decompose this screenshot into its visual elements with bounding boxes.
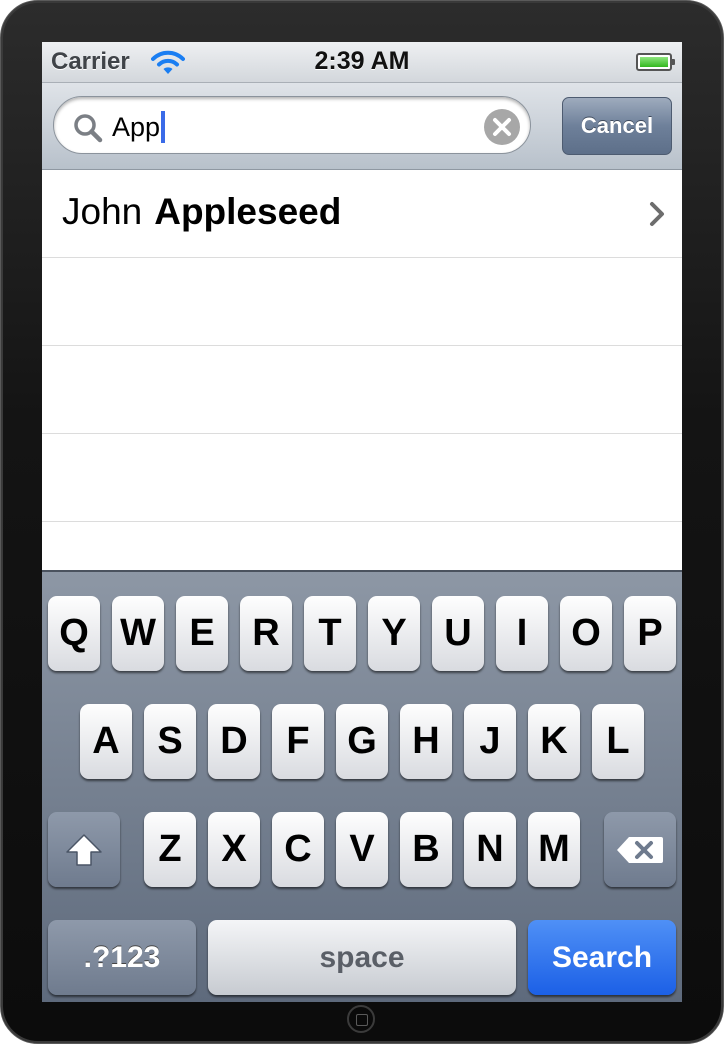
list-item-john-appleseed[interactable]: John Appleseed (42, 170, 682, 258)
keyboard: Q W E R T Y U I O P A S D F G H J K L Z … (42, 570, 682, 1002)
key-z[interactable]: Z (144, 812, 196, 887)
home-button[interactable] (347, 1005, 375, 1033)
numbers-key[interactable]: .?123 (48, 920, 196, 995)
search-input[interactable]: App (53, 96, 531, 154)
contact-first-name: John (62, 191, 143, 232)
key-a[interactable]: A (80, 704, 132, 779)
search-results-list: John Appleseed (42, 170, 682, 570)
delete-icon (617, 836, 663, 863)
key-j[interactable]: J (464, 704, 516, 779)
cancel-button[interactable]: Cancel (562, 97, 672, 155)
chevron-right-icon (648, 201, 666, 232)
key-k[interactable]: K (528, 704, 580, 779)
search-query-text: App (112, 111, 166, 143)
key-w[interactable]: W (112, 596, 164, 671)
key-n[interactable]: N (464, 812, 516, 887)
search-icon (73, 113, 103, 148)
key-b[interactable]: B (400, 812, 452, 887)
screen: Carrier 2:39 AM App Cancel John Applesee… (42, 42, 682, 1002)
key-s[interactable]: S (144, 704, 196, 779)
contact-name: John Appleseed (62, 191, 341, 233)
empty-row (42, 346, 682, 434)
clear-icon[interactable] (484, 109, 520, 145)
key-e[interactable]: E (176, 596, 228, 671)
contact-last-name: Appleseed (154, 191, 342, 232)
search-bar: App Cancel (42, 83, 682, 170)
empty-row (42, 434, 682, 522)
status-time: 2:39 AM (314, 47, 410, 75)
delete-key[interactable] (604, 812, 676, 887)
key-d[interactable]: D (208, 704, 260, 779)
key-p[interactable]: P (624, 596, 676, 671)
battery-icon (636, 53, 675, 71)
shift-icon (66, 833, 102, 866)
key-c[interactable]: C (272, 812, 324, 887)
key-m[interactable]: M (528, 812, 580, 887)
key-f[interactable]: F (272, 704, 324, 779)
space-key[interactable]: space (208, 920, 516, 995)
key-r[interactable]: R (240, 596, 292, 671)
key-i[interactable]: I (496, 596, 548, 671)
shift-key[interactable] (48, 812, 120, 887)
key-y[interactable]: Y (368, 596, 420, 671)
key-t[interactable]: T (304, 596, 356, 671)
key-u[interactable]: U (432, 596, 484, 671)
key-x[interactable]: X (208, 812, 260, 887)
key-h[interactable]: H (400, 704, 452, 779)
status-bar: Carrier 2:39 AM (42, 42, 682, 83)
search-key[interactable]: Search (528, 920, 676, 995)
key-g[interactable]: G (336, 704, 388, 779)
key-o[interactable]: O (560, 596, 612, 671)
key-l[interactable]: L (592, 704, 644, 779)
key-q[interactable]: Q (48, 596, 100, 671)
empty-row (42, 258, 682, 346)
key-v[interactable]: V (336, 812, 388, 887)
